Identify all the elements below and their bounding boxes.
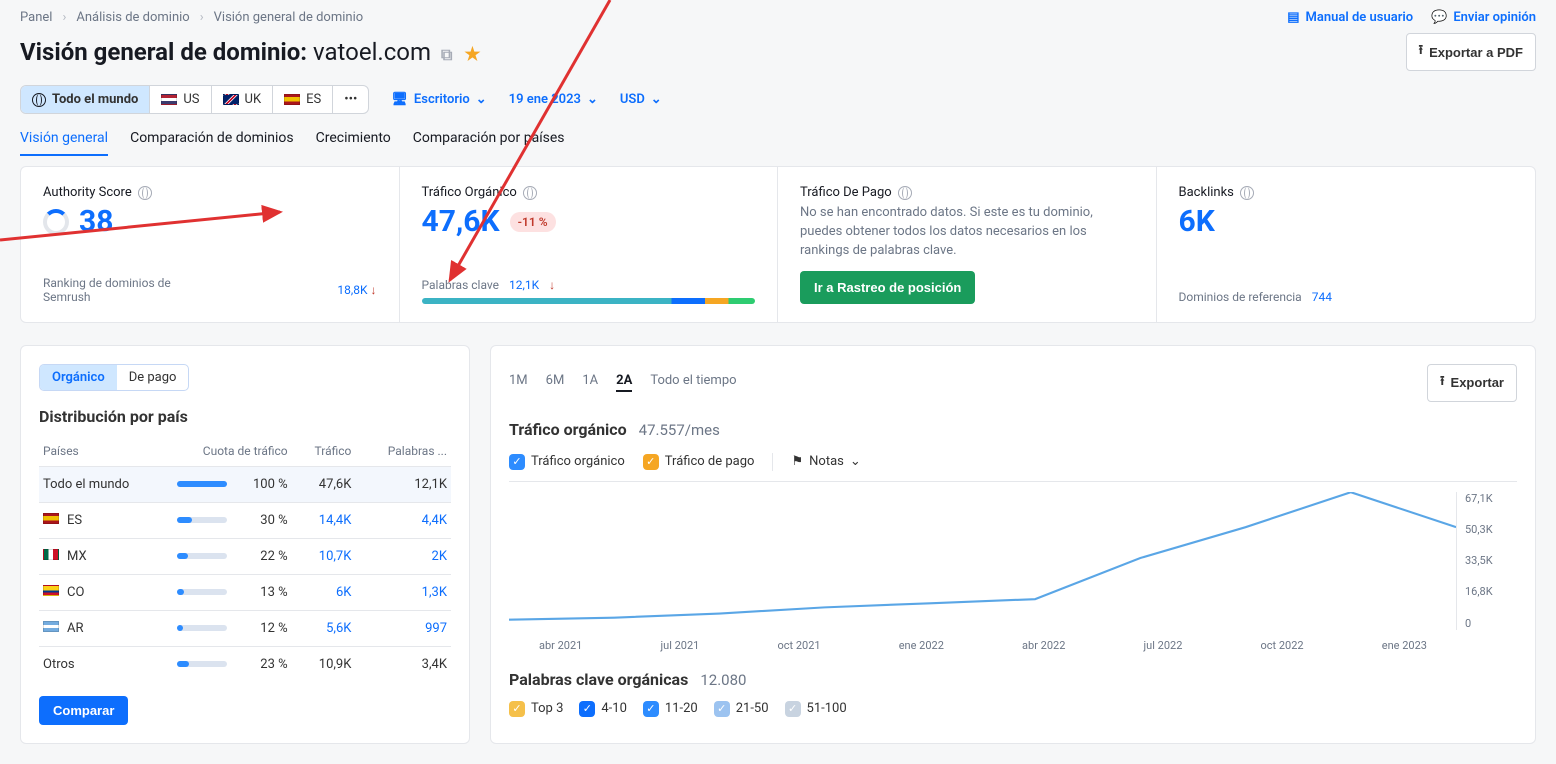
arrow-down-icon: ↓: [371, 283, 377, 297]
metric-backlinks: Backlinks 6K Dominios de referencia 744: [1157, 167, 1536, 322]
table-row[interactable]: Todo el mundo 100 % 47,6K 12,1K: [39, 466, 451, 502]
range-tab[interactable]: 1M: [509, 373, 528, 392]
date-filter[interactable]: 19 ene 2023 ⌄: [509, 92, 598, 107]
manual-link[interactable]: ▤ Manual de usuario: [1287, 10, 1413, 25]
region-selector: Todo el mundo US UK ES •••: [20, 85, 369, 114]
export-pdf-button[interactable]: ⭱ Exportar a PDF: [1406, 33, 1536, 71]
chevron-right-icon: ›: [200, 10, 204, 25]
globe-icon: [1240, 186, 1254, 200]
flag-icon: [284, 94, 300, 105]
feedback-link[interactable]: 💬 Enviar opinión: [1431, 10, 1536, 25]
keyword-bucket[interactable]: ✓4-10: [579, 701, 627, 717]
distribution-panel: Orgánico De pago Distribución por país P…: [20, 345, 470, 744]
chevron-down-icon: ⌄: [587, 92, 598, 107]
metric-authority-score: Authority Score 38 Ranking de dominios d…: [21, 167, 400, 322]
region-world[interactable]: Todo el mundo: [21, 86, 150, 113]
upload-icon: ⭱: [1440, 372, 1445, 394]
donut-icon: [43, 209, 69, 235]
keyword-bucket[interactable]: ✓Top 3: [509, 701, 563, 717]
subtabs: Visión general Comparación de dominios C…: [20, 128, 1536, 166]
range-tabs: 1M 6M 1A 2A Todo el tiempo: [509, 373, 737, 392]
chevron-down-icon: ⌄: [476, 92, 487, 107]
checkbox-icon: ✓: [643, 454, 659, 470]
globe-icon: [898, 186, 912, 200]
desktop-icon: 🖥: [391, 92, 408, 107]
table-row[interactable]: ES 30 % 14,4K 4,4K: [39, 502, 451, 538]
distribution-table: Países Cuota de tráfico Tráfico Palabras…: [39, 436, 451, 682]
table-row[interactable]: CO 13 % 6K 1,3K: [39, 574, 451, 610]
metric-organic-traffic: Tráfico Orgánico 47,6K -11 % Palabras cl…: [400, 167, 779, 322]
metric-paid-traffic: Tráfico De Pago No se han encontrado dat…: [778, 167, 1157, 322]
globe-icon: [523, 186, 537, 200]
comment-icon: 💬: [1431, 10, 1447, 25]
legend-paid[interactable]: ✓ Tráfico de pago: [643, 454, 755, 470]
subtab-compare-domains[interactable]: Comparación de dominios: [130, 130, 294, 156]
chevron-down-icon: ⌄: [651, 92, 662, 107]
traffic-chart-panel: 1M 6M 1A 2A Todo el tiempo ⭱ Exportar Tráfic…: [490, 345, 1536, 744]
chevron-down-icon: ⌄: [850, 454, 861, 469]
keywords-subtitle: 12.080: [700, 671, 746, 689]
chevron-right-icon: ›: [62, 10, 66, 25]
currency-filter[interactable]: USD ⌄: [620, 92, 662, 107]
region-more[interactable]: •••: [333, 86, 368, 113]
breadcrumb-row: Panel › Análisis de dominio › Visión gen…: [20, 0, 1536, 31]
range-tab[interactable]: 1A: [582, 373, 598, 392]
flag-icon: [223, 94, 239, 105]
book-icon: ▤: [1287, 10, 1299, 25]
region-es[interactable]: ES: [273, 86, 333, 113]
range-tab[interactable]: Todo el tiempo: [650, 373, 736, 392]
notes-dropdown[interactable]: ⚑ Notas ⌄: [791, 454, 860, 469]
keyword-distribution-bar: [422, 298, 756, 304]
breadcrumb-item: Visión general de dominio: [214, 10, 364, 25]
tab-organic[interactable]: Orgánico: [40, 365, 117, 390]
arrow-down-icon: ↓: [549, 278, 555, 292]
traffic-type-tabs: Orgánico De pago: [39, 364, 189, 391]
keywords-legend: ✓Top 3 ✓4-10 ✓11-20 ✓21-50 ✓51-100: [509, 701, 1517, 717]
keyword-bucket[interactable]: ✓51-100: [785, 701, 847, 717]
upload-icon: ⭱: [1419, 41, 1424, 63]
position-tracking-button[interactable]: Ir a Rastreo de posición: [800, 271, 975, 304]
keywords-title: Palabras clave orgánicas: [509, 670, 688, 689]
table-row[interactable]: AR 12 % 5,6K 997: [39, 610, 451, 646]
breadcrumb-item[interactable]: Análisis de dominio: [76, 10, 189, 25]
traffic-chart: 67,1K50,3K33,5K16,8K0 abr 2021jul 2021oc…: [509, 492, 1517, 652]
legend-organic[interactable]: ✓ Tráfico orgánico: [509, 454, 625, 470]
subtab-overview[interactable]: Visión general: [20, 130, 108, 156]
globe-icon: [138, 186, 152, 200]
chart-title: Tráfico orgánico: [509, 420, 627, 439]
tab-paid[interactable]: De pago: [117, 365, 189, 390]
metrics-panel: Authority Score 38 Ranking de dominios d…: [20, 166, 1536, 323]
globe-icon: [32, 93, 46, 107]
subtab-compare-countries[interactable]: Comparación por países: [413, 130, 565, 156]
breadcrumb-item[interactable]: Panel: [20, 10, 52, 25]
export-chart-button[interactable]: ⭱ Exportar: [1427, 364, 1517, 402]
region-uk[interactable]: UK: [212, 86, 274, 113]
subtab-growth[interactable]: Crecimiento: [316, 130, 391, 156]
region-us[interactable]: US: [150, 86, 211, 113]
page-title: Visión general de dominio: vatoel.com ⧉ …: [20, 38, 481, 66]
external-link-icon[interactable]: ⧉: [441, 45, 452, 64]
range-tab[interactable]: 2A: [616, 373, 632, 392]
compare-button[interactable]: Comparar: [39, 696, 128, 725]
change-badge: -11 %: [510, 212, 556, 232]
checkbox-icon: ✓: [509, 454, 525, 470]
chart-subtitle: 47.557/mes: [639, 421, 720, 439]
keyword-bucket[interactable]: ✓21-50: [714, 701, 769, 717]
table-row[interactable]: Otros 23 % 10,9K 3,4K: [39, 646, 451, 682]
table-row[interactable]: MX 22 % 10,7K 2K: [39, 538, 451, 574]
breadcrumbs: Panel › Análisis de dominio › Visión gen…: [20, 10, 363, 25]
distribution-title: Distribución por país: [39, 407, 451, 426]
keyword-bucket[interactable]: ✓11-20: [643, 701, 698, 717]
star-icon[interactable]: ★: [464, 44, 480, 65]
flag-icon: [161, 94, 177, 105]
flag-icon: ⚑: [791, 454, 803, 469]
device-filter[interactable]: 🖥 Escritorio ⌄: [391, 92, 486, 107]
range-tab[interactable]: 6M: [546, 373, 565, 392]
